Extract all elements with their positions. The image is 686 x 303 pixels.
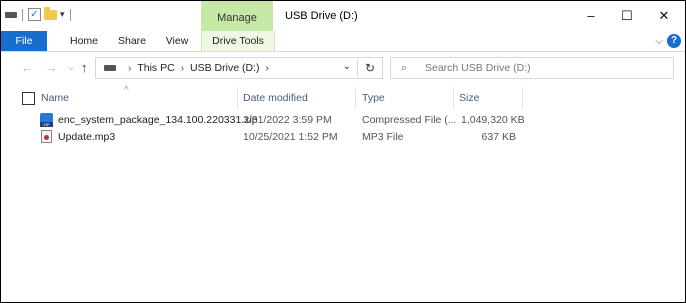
tab-drive-tools[interactable]: Drive Tools xyxy=(201,31,275,51)
properties-check-icon[interactable]: ✓ xyxy=(28,8,41,21)
customize-toolbar-dropdown-icon[interactable]: ▾ xyxy=(60,9,65,20)
drive-icon xyxy=(104,65,116,71)
minimize-button[interactable]: – xyxy=(576,5,606,27)
sort-indicator-icon: ^ xyxy=(124,85,129,96)
column-divider[interactable] xyxy=(453,87,454,109)
maximize-button[interactable]: ☐ xyxy=(612,5,642,27)
column-name[interactable]: Name xyxy=(41,92,69,104)
address-dropdown-icon[interactable]: ⌄ xyxy=(343,61,351,72)
column-header: ^ Name Date modified Type Size xyxy=(1,85,685,109)
navigation-bar: ← → ⌄ ↑ › This PC › USB Drive (D:) › ⌄ ↻… xyxy=(1,52,685,84)
breadcrumb-usb-drive[interactable]: USB Drive (D:) xyxy=(190,62,259,74)
breadcrumb-separator[interactable]: › xyxy=(181,63,184,74)
file-size: 637 KB xyxy=(481,131,516,143)
title-bar: ✓ ▾ Manage USB Drive (D:) – ☐ ✕ xyxy=(1,1,685,31)
file-explorer-window: ✓ ▾ Manage USB Drive (D:) – ☐ ✕ File Hom… xyxy=(0,0,686,303)
column-divider[interactable] xyxy=(237,87,238,109)
forward-button[interactable]: → xyxy=(45,60,58,75)
column-type[interactable]: Type xyxy=(362,92,385,104)
search-placeholder: Search USB Drive (D:) xyxy=(425,62,531,74)
up-button[interactable]: ↑ xyxy=(81,60,88,75)
quick-access-toolbar: ✓ ▾ xyxy=(5,6,73,21)
file-size: 1,049,320 KB xyxy=(461,114,525,126)
drive-icon[interactable] xyxy=(5,11,17,18)
file-type: MP3 File xyxy=(362,131,404,143)
column-size[interactable]: Size xyxy=(459,92,479,104)
file-date: 3/31/2022 3:59 PM xyxy=(243,114,332,126)
tab-home[interactable]: Home xyxy=(66,31,102,51)
help-icon[interactable]: ? xyxy=(667,34,681,48)
back-button[interactable]: ← xyxy=(21,60,34,75)
breadcrumb-separator[interactable]: › xyxy=(128,63,131,74)
search-icon: ⌕ xyxy=(401,62,408,74)
select-all-checkbox[interactable] xyxy=(22,92,35,105)
zip-icon: ZIP xyxy=(40,113,53,127)
expand-ribbon-icon[interactable]: ⌵ xyxy=(655,36,663,47)
address-bar[interactable]: › This PC › USB Drive (D:) › ⌄ xyxy=(95,57,358,79)
search-input[interactable]: ⌕ Search USB Drive (D:) xyxy=(390,57,674,79)
column-divider[interactable] xyxy=(355,87,356,109)
toolbar-divider xyxy=(69,8,71,21)
close-button[interactable]: ✕ xyxy=(649,5,679,27)
file-name[interactable]: enc_system_package_134.100.220331.zip xyxy=(58,114,258,126)
new-folder-icon[interactable] xyxy=(44,6,57,20)
tab-share[interactable]: Share xyxy=(115,31,149,51)
refresh-button[interactable]: ↻ xyxy=(358,57,383,79)
zip-icon-tag: ZIP xyxy=(40,122,53,127)
mp3-icon xyxy=(41,130,52,143)
file-row-mp3[interactable]: Update.mp3 10/25/2021 1:52 PM MP3 File 6… xyxy=(1,129,685,146)
recent-locations-dropdown-icon[interactable]: ⌄ xyxy=(67,62,75,73)
music-disc-icon xyxy=(44,135,49,140)
breadcrumb-separator[interactable]: › xyxy=(265,63,268,74)
toolbar-divider xyxy=(22,8,23,21)
file-date: 10/25/2021 1:52 PM xyxy=(243,131,338,143)
manage-context-tab[interactable]: Manage xyxy=(201,1,273,31)
file-row-zip[interactable]: ZIP enc_system_package_134.100.220331.zi… xyxy=(1,112,685,129)
file-name[interactable]: Update.mp3 xyxy=(58,131,115,143)
ribbon-tab-bar: File Home Share View Drive Tools xyxy=(1,31,685,52)
column-date-modified[interactable]: Date modified xyxy=(243,92,308,104)
window-title: USB Drive (D:) xyxy=(285,10,358,22)
breadcrumb-this-pc[interactable]: This PC xyxy=(137,62,174,74)
tab-view[interactable]: View xyxy=(161,31,193,51)
file-type: Compressed File (... xyxy=(362,114,457,126)
column-divider[interactable] xyxy=(522,87,523,109)
tab-file[interactable]: File xyxy=(1,31,47,51)
